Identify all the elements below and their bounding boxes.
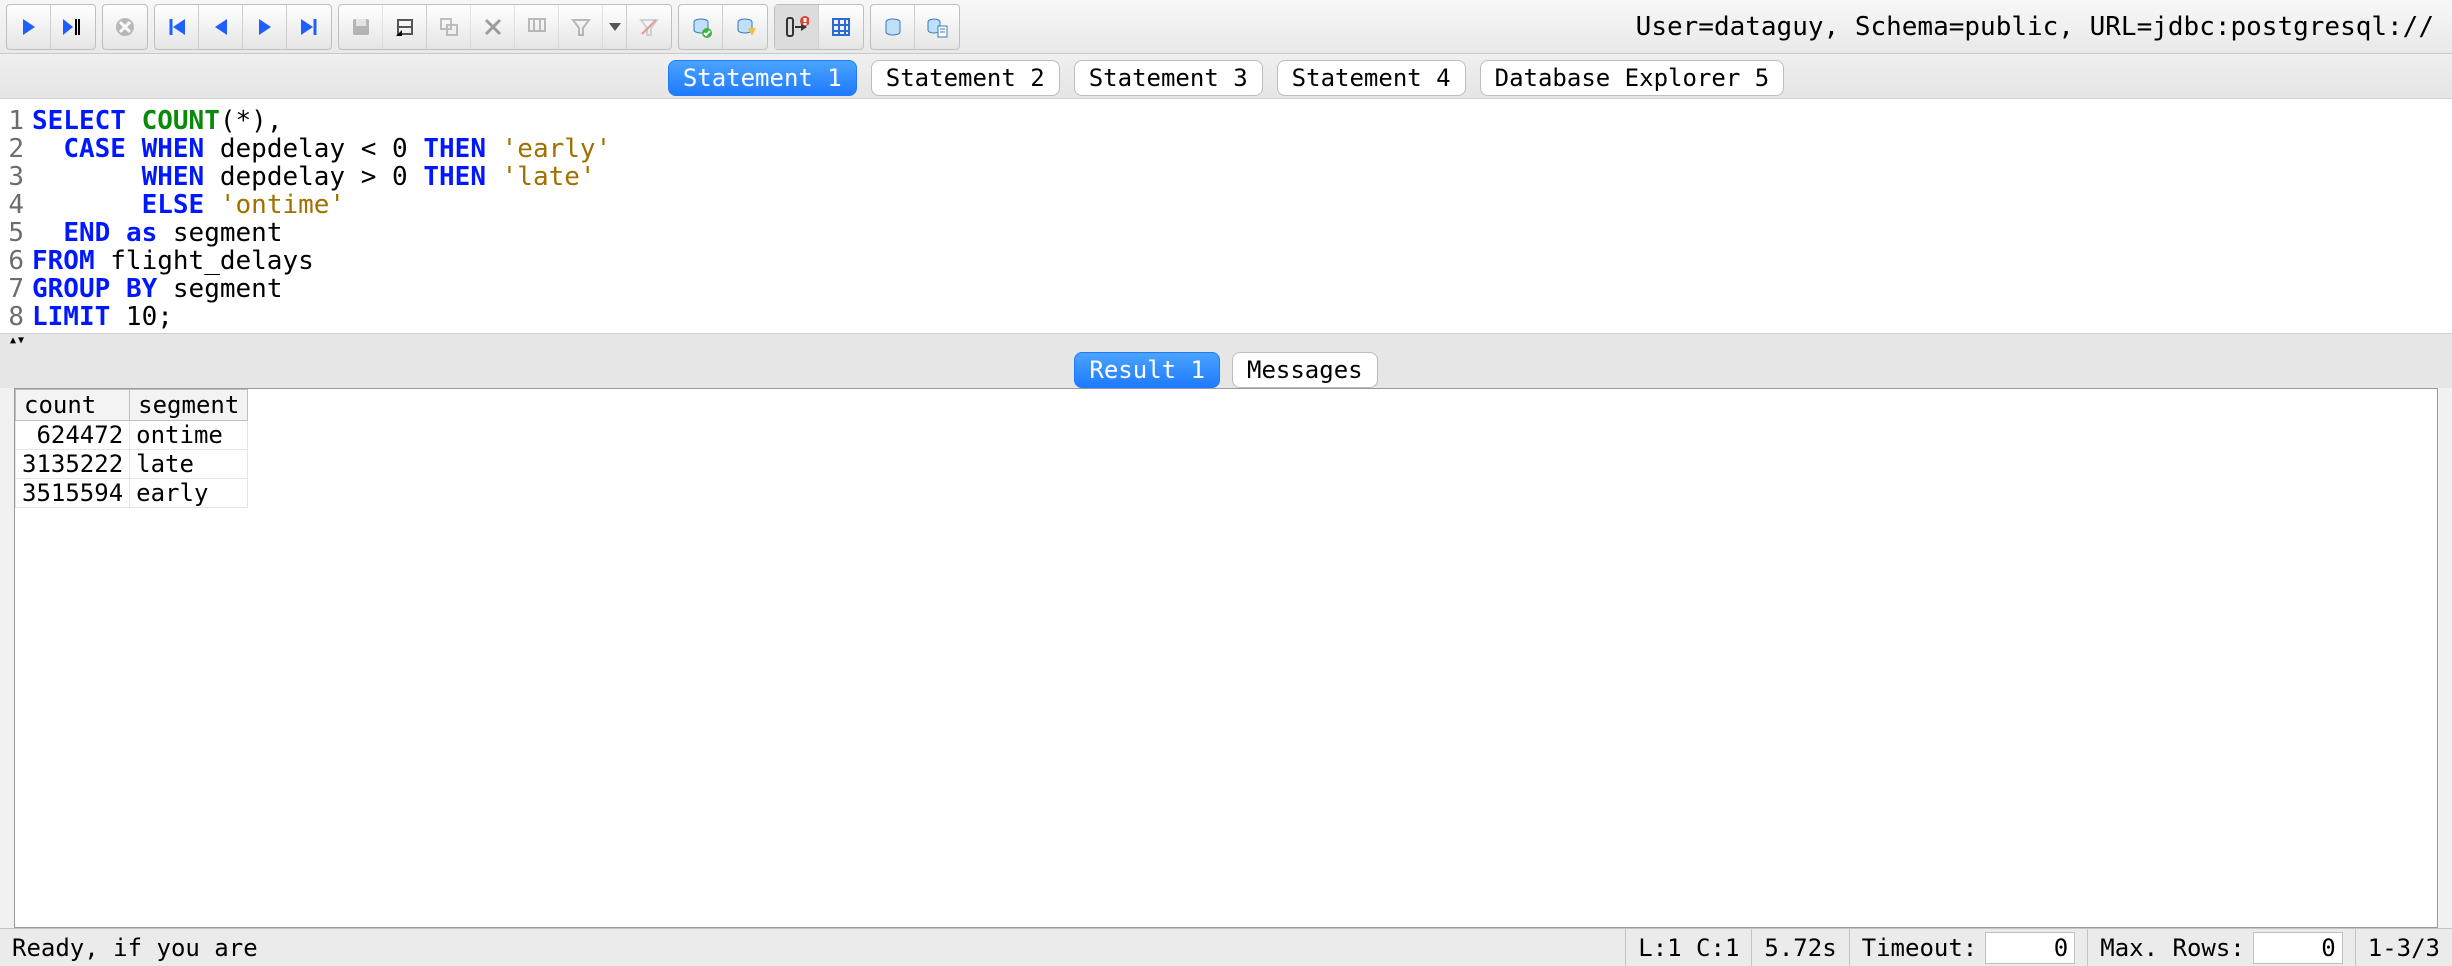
- run-button-group: [6, 4, 96, 50]
- editor-line[interactable]: 8LIMIT 10;: [0, 303, 2452, 331]
- dbexplorer-button-group: [870, 4, 960, 50]
- table-row[interactable]: 3135222late: [16, 450, 248, 479]
- table-row[interactable]: 624472ontime: [16, 421, 248, 450]
- stop-button[interactable]: [103, 5, 147, 49]
- line-number: 3: [0, 163, 28, 191]
- clear-filter-button[interactable]: [627, 5, 671, 49]
- cell-segment[interactable]: late: [130, 450, 248, 479]
- next-button[interactable]: [243, 5, 287, 49]
- run-script-button[interactable]: [51, 5, 95, 49]
- copy-row-button[interactable]: [427, 5, 471, 49]
- timeout-label: Timeout:: [1862, 934, 1978, 962]
- cell-segment[interactable]: early: [130, 479, 248, 508]
- column-header-segment[interactable]: segment: [130, 390, 248, 421]
- editor-line[interactable]: 5 END as segment: [0, 219, 2452, 247]
- filter-dropdown-button[interactable]: [603, 5, 627, 49]
- editor-line[interactable]: 2 CASE WHEN depdelay < 0 THEN 'early': [0, 135, 2452, 163]
- select-columns-button[interactable]: [515, 5, 559, 49]
- status-timeout: Timeout:: [1850, 929, 2089, 966]
- save-button[interactable]: [339, 5, 383, 49]
- result-tab-messages[interactable]: Messages: [1232, 352, 1378, 388]
- cell-count[interactable]: 624472: [16, 421, 130, 450]
- transaction-mode-button[interactable]: [775, 5, 819, 49]
- collapse-down-icon: ▼: [18, 336, 24, 346]
- cell-segment[interactable]: ontime: [130, 421, 248, 450]
- nav-button-group: [154, 4, 332, 50]
- cell-count[interactable]: 3515594: [16, 479, 130, 508]
- splitter-handle[interactable]: ▲▼: [0, 334, 2452, 348]
- status-rowrange: 1-3/3: [2356, 929, 2452, 966]
- stop-button-group: [102, 4, 148, 50]
- timeout-input[interactable]: [1985, 932, 2075, 964]
- result-tabs: Result 1 Messages: [0, 348, 2452, 388]
- line-number: 6: [0, 247, 28, 275]
- status-message: Ready, if you are: [0, 929, 1626, 966]
- insert-row-button[interactable]: [383, 5, 427, 49]
- run-button[interactable]: [7, 5, 51, 49]
- tab-statement-1[interactable]: Statement 1: [668, 60, 857, 96]
- editor-line[interactable]: 1SELECT COUNT(*),: [0, 107, 2452, 135]
- line-number: 8: [0, 303, 28, 331]
- line-number: 4: [0, 191, 28, 219]
- db-explorer-button[interactable]: [871, 5, 915, 49]
- db-object-button[interactable]: [915, 5, 959, 49]
- status-timing: 5.72s: [1752, 929, 1849, 966]
- prev-button[interactable]: [199, 5, 243, 49]
- tab-database-explorer-5[interactable]: Database Explorer 5: [1480, 60, 1785, 96]
- delete-row-button[interactable]: [471, 5, 515, 49]
- editor-line[interactable]: 4 ELSE 'ontime': [0, 191, 2452, 219]
- tab-statement-3[interactable]: Statement 3: [1074, 60, 1263, 96]
- line-number: 7: [0, 275, 28, 303]
- maxrows-input[interactable]: [2253, 932, 2343, 964]
- editor-line[interactable]: 6FROM flight_delays: [0, 247, 2452, 275]
- commit-button[interactable]: [679, 5, 723, 49]
- table-row[interactable]: 3515594early: [16, 479, 248, 508]
- status-bar: Ready, if you are L:1 C:1 5.72s Timeout:…: [0, 928, 2452, 966]
- statement-tabs: Statement 1 Statement 2 Statement 3 Stateme…: [0, 54, 2452, 98]
- sql-editor[interactable]: 1SELECT COUNT(*),2 CASE WHEN depdelay < …: [0, 98, 2452, 334]
- result-tab-result-1[interactable]: Result 1: [1074, 352, 1220, 388]
- cell-count[interactable]: 3135222: [16, 450, 130, 479]
- editor-line[interactable]: 7GROUP BY segment: [0, 275, 2452, 303]
- connection-info: User=dataguy, Schema=public, URL=jdbc:po…: [1636, 12, 2446, 42]
- tab-statement-2[interactable]: Statement 2: [871, 60, 1060, 96]
- line-number: 2: [0, 135, 28, 163]
- toolbar: User=dataguy, Schema=public, URL=jdbc:po…: [0, 0, 2452, 54]
- maxrows-label: Max. Rows:: [2100, 934, 2245, 962]
- result-grid[interactable]: countsegment624472ontime3135222late35155…: [14, 388, 2438, 928]
- first-button[interactable]: [155, 5, 199, 49]
- collapse-up-icon: ▲: [10, 336, 16, 346]
- editor-line[interactable]: 3 WHEN depdelay > 0 THEN 'late': [0, 163, 2452, 191]
- line-number: 1: [0, 107, 28, 135]
- line-number: 5: [0, 219, 28, 247]
- misc-button-group: [774, 4, 864, 50]
- status-cursor: L:1 C:1: [1626, 929, 1752, 966]
- column-header-count[interactable]: count: [16, 390, 130, 421]
- rollback-button[interactable]: [723, 5, 767, 49]
- filter-button[interactable]: [559, 5, 603, 49]
- edit-button-group: [338, 4, 672, 50]
- last-button[interactable]: [287, 5, 331, 49]
- db-button-group: [678, 4, 768, 50]
- status-maxrows: Max. Rows:: [2088, 929, 2356, 966]
- grid-view-button[interactable]: [819, 5, 863, 49]
- tab-statement-4[interactable]: Statement 4: [1277, 60, 1466, 96]
